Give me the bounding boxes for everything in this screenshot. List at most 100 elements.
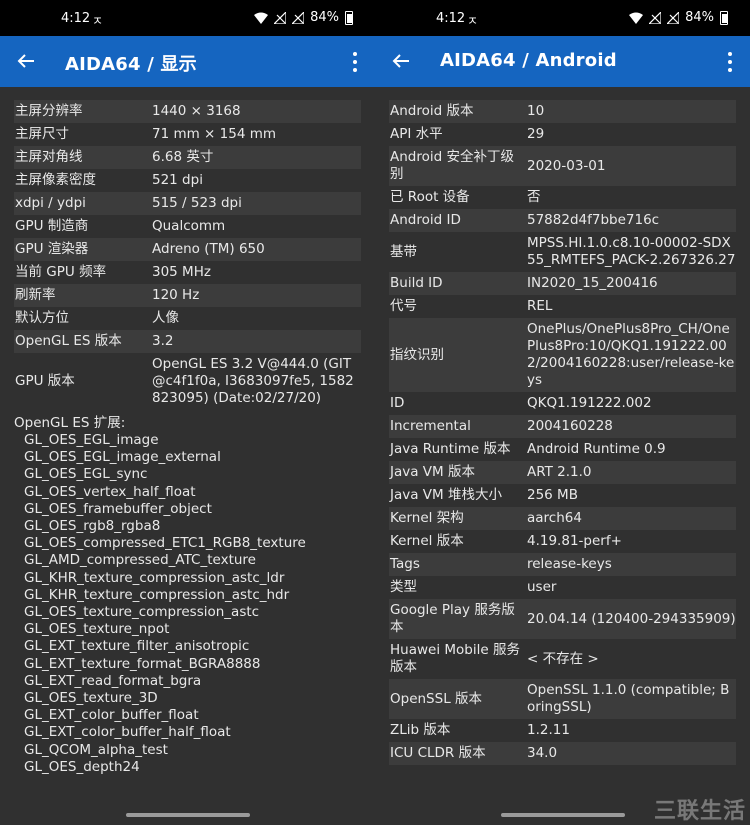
signal-off-icon [649, 11, 662, 24]
info-key: Build ID [390, 275, 443, 291]
extension-item: GL_OES_depth24 [24, 758, 140, 775]
info-row: Kernel 架构 aarch64 [389, 507, 736, 530]
info-value: 57882d4f7bbe716c [527, 212, 660, 228]
info-row: GPU 制造商 Qualcomm [14, 215, 361, 238]
gesture-nav-bar[interactable] [125, 813, 250, 817]
info-value: 305 MHz [152, 264, 211, 280]
extension-item: GL_EXT_color_buffer_float [24, 707, 199, 724]
more-vert-icon[interactable] [722, 50, 738, 74]
info-key: Kernel 架构 [390, 510, 464, 526]
info-key: Incremental [390, 418, 471, 434]
info-value: OpenGL ES 3.2 V@444.0 (GIT@c4f1f0a, I368… [152, 356, 354, 406]
battery-icon [720, 10, 728, 25]
extension-item: GL_AMD_compressed_ATC_texture [24, 552, 256, 569]
info-row: xdpi / ydpi 515 / 523 dpi [14, 192, 361, 215]
info-key: Kernel 版本 [390, 533, 464, 549]
arrow-left-icon[interactable] [14, 49, 38, 73]
screenshot-pair: 4:12 ㅈ 84% AIDA64 / 显示 主屏分辨率 1440 × 3168 主… [0, 0, 750, 825]
info-value: OnePlus/OnePlus8Pro_CH/OnePlus8Pro:10/QK… [527, 321, 735, 388]
info-value: OpenSSL 1.1.0 (compatible; BoringSSL) [527, 682, 730, 715]
info-key: xdpi / ydpi [15, 195, 86, 211]
info-row: 主屏对角线 6.68 英寸 [14, 146, 361, 169]
extension-item: GL_OES_texture_3D [24, 690, 158, 707]
extension-item: GL_OES_rgb8_rgba8 [24, 518, 161, 535]
info-key: ZLib 版本 [390, 722, 451, 738]
info-row: 刷新率 120 Hz [14, 284, 361, 307]
extension-item: GL_KHR_texture_compression_astc_ldr [24, 569, 285, 586]
info-key: Android ID [390, 212, 461, 228]
info-key: Tags [390, 556, 420, 572]
info-key: ICU CLDR 版本 [390, 745, 486, 761]
info-key: GPU 版本 [15, 373, 75, 389]
info-value: IN2020_15_200416 [527, 275, 658, 291]
signal-off-icon [274, 11, 287, 24]
info-key: 主屏尺寸 [15, 126, 69, 142]
status-time: 4:12 [436, 11, 466, 26]
info-key: Android 版本 [390, 103, 474, 119]
nfc-icon: ㅈ [467, 14, 479, 28]
extension-item: GL_EXT_texture_filter_anisotropic [24, 638, 250, 655]
status-time: 4:12 [61, 11, 91, 26]
info-row: 基带 MPSS.HI.1.0.c8.10-00002-SDX55_RMTEFS_P… [389, 232, 736, 272]
extension-item: GL_OES_EGL_sync [24, 466, 148, 483]
info-key: 默认方位 [15, 310, 69, 326]
info-row: OpenGL ES 版本 3.2 [14, 330, 361, 353]
info-row: Java Runtime 版本 Android Runtime 0.9 [389, 438, 736, 461]
extension-item: GL_OES_compressed_ETC1_RGB8_texture [24, 535, 306, 552]
signal-off-icon [292, 11, 305, 24]
info-key: 主屏分辨率 [15, 103, 83, 119]
extension-item: GL_QCOM_alpha_test [24, 741, 168, 758]
info-key: 已 Root 设备 [390, 189, 470, 205]
info-value: 3.2 [152, 333, 174, 349]
info-value: Qualcomm [152, 218, 226, 234]
info-key: 基带 [390, 243, 417, 260]
info-row: Google Play 服务版本 20.04.14 (120400-2943359… [389, 599, 736, 639]
arrow-left-icon[interactable] [389, 49, 413, 73]
nfc-icon: ㅈ [92, 14, 104, 28]
info-value: aarch64 [527, 510, 582, 526]
info-row: 默认方位 人像 [14, 307, 361, 330]
info-row: Android 版本 10 [389, 100, 736, 123]
info-key: 主屏像素密度 [15, 172, 96, 188]
info-value: Adreno (TM) 650 [152, 241, 265, 257]
wifi-icon [254, 12, 269, 24]
gesture-nav-bar[interactable] [500, 813, 625, 817]
info-key: GPU 渲染器 [15, 241, 89, 257]
info-value: 120 Hz [152, 287, 200, 303]
info-row: Android ID 57882d4f7bbe716c [389, 209, 736, 232]
status-bar: 4:12 ㅈ 84% [0, 0, 375, 36]
info-row: GPU 版本 OpenGL ES 3.2 V@444.0 (GIT@c4f1f0a… [14, 353, 361, 410]
battery-percent: 84% [685, 10, 714, 25]
info-value: ART 2.1.0 [527, 464, 592, 480]
more-vert-icon[interactable] [347, 50, 363, 74]
info-value: REL [527, 298, 553, 314]
extension-item: GL_KHR_texture_compression_astc_hdr [24, 586, 290, 603]
info-row: 已 Root 设备 否 [389, 186, 736, 209]
info-value: 4.19.81-perf+ [527, 533, 622, 549]
info-row: Incremental 2004160228 [389, 415, 736, 438]
info-row: 类型 user [389, 576, 736, 599]
info-row: ZLib 版本 1.2.11 [389, 719, 736, 742]
info-key: 主屏对角线 [15, 149, 83, 165]
info-row: ID QKQ1.191222.002 [389, 392, 736, 415]
info-key: 当前 GPU 频率 [15, 264, 107, 280]
info-key: 类型 [390, 579, 417, 595]
info-row: ICU CLDR 版本 34.0 [389, 742, 736, 765]
info-list[interactable]: Android 版本 10 API 水平 29 Android 安全补丁级别 2020-0… [375, 100, 750, 795]
app-bar: AIDA64 / 显示 [0, 36, 375, 87]
info-list[interactable]: 主屏分辨率 1440 × 3168 主屏尺寸 71 mm × 154 mm 主屏对角线 6… [0, 100, 375, 795]
page-title: AIDA64 / Android [440, 50, 617, 71]
info-key: Java VM 堆栈大小 [390, 487, 502, 503]
info-value: 1440 × 3168 [152, 103, 241, 119]
info-row: 主屏分辨率 1440 × 3168 [14, 100, 361, 123]
info-value: < 不存在 > [527, 650, 599, 667]
info-row: Android 安全补丁级别 2020-03-01 [389, 146, 736, 186]
wifi-icon [629, 12, 644, 24]
signal-off-icon [667, 11, 680, 24]
info-value: 515 / 523 dpi [152, 195, 242, 211]
info-row: 代号 REL [389, 295, 736, 318]
info-value: MPSS.HI.1.0.c8.10-00002-SDX55_RMTEFS_PAC… [527, 235, 736, 268]
info-key: 刷新率 [15, 287, 56, 303]
extension-item: GL_OES_texture_npot [24, 621, 170, 638]
extension-item: GL_OES_texture_compression_astc [24, 604, 260, 621]
